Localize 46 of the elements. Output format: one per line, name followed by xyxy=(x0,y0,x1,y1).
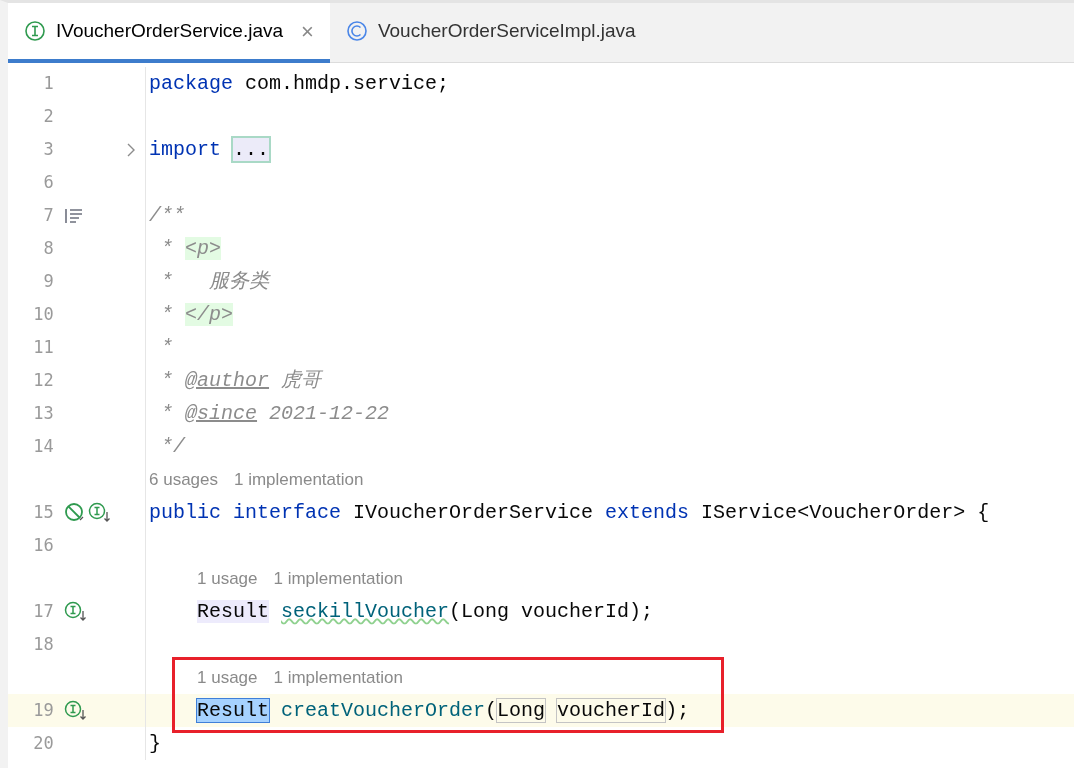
line-number: 16 xyxy=(32,533,54,557)
line-number: 18 xyxy=(32,632,54,656)
implemented-icon xyxy=(63,601,87,622)
code-line: * 服务类 xyxy=(160,268,269,295)
line-number: 6 xyxy=(42,170,54,194)
code-line: */ xyxy=(160,433,185,460)
editor-tab[interactable]: IVoucherOrderService.java × xyxy=(8,3,330,63)
line-number: 15 xyxy=(32,500,54,524)
line-number: 19 xyxy=(32,698,54,722)
code-line: Result seckillVoucher(Long voucherId); xyxy=(196,598,654,625)
line-number: 7 xyxy=(42,203,54,227)
implemented-icon xyxy=(87,502,111,523)
line-number: 11 xyxy=(32,335,54,359)
line-number: 9 xyxy=(42,269,54,293)
class-icon xyxy=(345,20,368,42)
chevron-icon[interactable] xyxy=(126,141,137,158)
line-number: 14 xyxy=(32,434,54,458)
code-line: } xyxy=(148,730,161,757)
line-number: 13 xyxy=(32,401,54,425)
code-line: * @since 2021-12-22 xyxy=(160,400,390,427)
code-line: package com.hmdp.service; xyxy=(148,70,450,97)
line-number: 2 xyxy=(42,104,54,128)
code-line: /** xyxy=(148,202,185,229)
line-number: 8 xyxy=(42,236,54,260)
code-line: * xyxy=(160,334,173,361)
line-number: 1 xyxy=(42,71,54,95)
line-number: 12 xyxy=(32,368,54,392)
interface-icon xyxy=(24,20,46,42)
close-icon[interactable]: × xyxy=(301,14,314,48)
blocked-icon xyxy=(63,501,86,524)
line-number: 10 xyxy=(32,302,54,326)
implemented-icon xyxy=(63,700,87,721)
line-number: 20 xyxy=(32,731,54,755)
code-line: import ... xyxy=(148,136,270,163)
inlay-hint[interactable]: 1 implementation xyxy=(273,565,403,592)
code-line: public interface IVoucherOrderService extends IService<VoucherOrder> { xyxy=(148,499,990,526)
line-number: 3 xyxy=(42,137,54,161)
inlay-hint[interactable]: 1 usage xyxy=(197,565,258,592)
code-line: Result creatVoucherOrder(Long voucherId); xyxy=(196,697,690,724)
line-number: 17 xyxy=(32,599,54,623)
inlay-hint[interactable]: 1 usage xyxy=(197,664,258,691)
code-line: * @author 虎哥 xyxy=(160,367,322,394)
inlay-hint[interactable]: 6 usages xyxy=(149,466,218,493)
editor-tab[interactable]: VoucherOrderServiceImpl.java xyxy=(329,3,652,63)
inlay-hint[interactable]: 1 implementation xyxy=(234,466,364,493)
inlay-hint[interactable]: 1 implementation xyxy=(273,664,403,691)
